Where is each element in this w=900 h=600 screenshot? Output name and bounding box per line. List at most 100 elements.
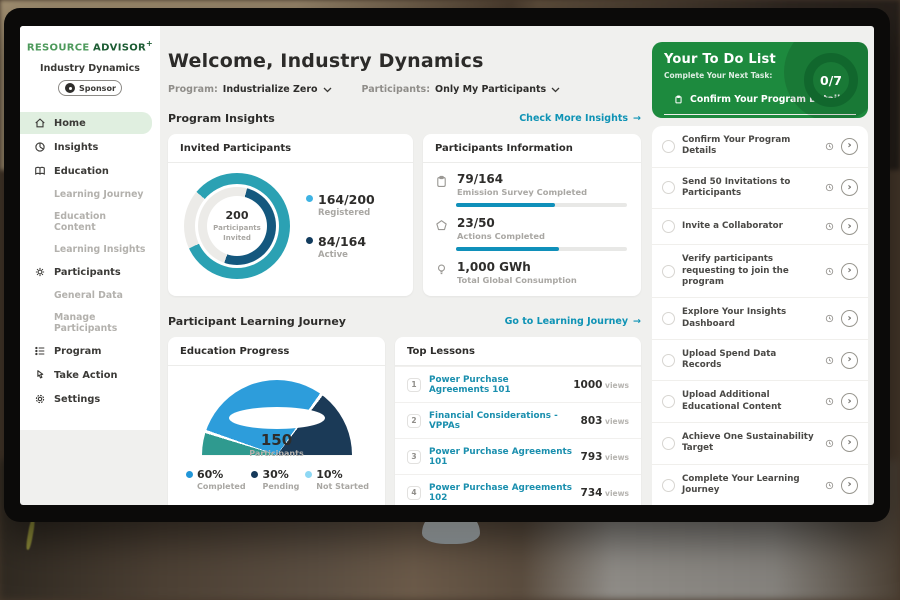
invited-participants-title: Invited Participants <box>168 134 413 163</box>
task-checkbox[interactable] <box>662 354 675 367</box>
sidebar-item-label: Participants <box>54 267 121 278</box>
arrow-right-icon: → <box>633 316 641 327</box>
task-row-explore-insights[interactable]: Explore Your Insights Dashboard › <box>652 298 868 340</box>
views-count: 793 <box>581 451 603 463</box>
top-lessons-title: Top Lessons <box>395 337 641 366</box>
sidebar-item-label: Settings <box>54 394 100 405</box>
clock-icon <box>825 356 834 365</box>
education-progress-title: Education Progress <box>168 337 385 366</box>
task-checkbox[interactable] <box>662 181 675 194</box>
sidebar-item-take-action[interactable]: Take Action <box>20 364 152 386</box>
task-go-button[interactable]: › <box>841 138 858 155</box>
task-go-button[interactable]: › <box>841 310 858 327</box>
sidebar-item-learning-insights[interactable]: Learning Insights <box>20 239 160 260</box>
sidebar-item-program[interactable]: Program <box>20 340 152 362</box>
sidebar-item-label: Education <box>54 166 109 177</box>
sidebar-item-education-content[interactable]: Education Content <box>20 206 160 238</box>
link-label: Go to Learning Journey <box>505 316 628 327</box>
education-progress-gauge: 150 Participants <box>202 380 352 456</box>
task-checkbox[interactable] <box>662 479 675 492</box>
sidebar-item-general-data[interactable]: General Data <box>20 285 160 306</box>
task-row-invite-collaborator[interactable]: Invite a Collaborator › <box>652 209 868 245</box>
clock-icon <box>825 183 834 192</box>
lesson-link[interactable]: Power Purchase Agreements 102 <box>429 483 573 503</box>
task-row-upload-spend-data[interactable]: Upload Spend Data Records › <box>652 340 868 382</box>
sidebar-item-participants[interactable]: Participants <box>20 261 152 283</box>
task-row-verify-participants[interactable]: Verify participants requesting to join t… <box>652 245 868 298</box>
task-checkbox[interactable] <box>662 220 675 233</box>
sidebar-item-manage-participants[interactable]: Manage Participants <box>20 307 160 339</box>
lesson-link[interactable]: Power Purchase Agreements 101 <box>429 447 573 467</box>
take-action-icon <box>34 369 46 381</box>
lightbulb-icon <box>435 263 448 276</box>
task-go-button[interactable]: › <box>841 477 858 494</box>
task-row-confirm-program-details[interactable]: Confirm Your Program Details › <box>652 126 868 168</box>
go-to-learning-journey-link[interactable]: Go to Learning Journey → <box>505 316 641 327</box>
org-name: Industry Dynamics <box>20 63 160 74</box>
task-row-complete-learning-journey[interactable]: Complete Your Learning Journey › <box>652 465 868 505</box>
sidebar-item-learning-journey[interactable]: Learning Journey <box>20 184 160 205</box>
task-label: Send 50 Invitations to Participants <box>682 177 818 200</box>
donut-center-value: 200 <box>226 209 249 222</box>
stat-emission-survey: 79/164 Emission Survey Completed <box>423 163 641 197</box>
sidebar-item-label: Program <box>54 346 101 357</box>
check-more-insights-link[interactable]: Check More Insights → <box>519 113 641 124</box>
legend-value: 164/200 <box>318 192 375 207</box>
task-checkbox[interactable] <box>662 437 675 450</box>
lesson-rank: 2 <box>407 414 421 428</box>
views-word: views <box>602 453 629 462</box>
sponsor-badge: Sponsor <box>58 80 122 96</box>
lesson-row: 1 Power Purchase Agreements 101 1000 vie… <box>395 366 641 402</box>
sidebar-item-education[interactable]: Education <box>20 160 152 182</box>
task-checkbox[interactable] <box>662 265 675 278</box>
donut-center-caption: Participants Invited <box>210 224 264 242</box>
sidebar-item-settings[interactable]: Settings <box>20 388 152 410</box>
task-go-button[interactable]: › <box>841 218 858 235</box>
dashboard-screen: RESOURCE ADVISOR+ Industry Dynamics Spon… <box>20 26 874 505</box>
sidebar-item-insights[interactable]: Insights <box>20 136 152 158</box>
task-go-button[interactable]: › <box>841 435 858 452</box>
participants-filter-dropdown[interactable]: Participants: Only My Participants <box>362 84 561 95</box>
sidebar-item-home[interactable]: Home <box>20 112 152 134</box>
task-go-button[interactable]: › <box>841 352 858 369</box>
task-row-send-invitations[interactable]: Send 50 Invitations to Participants › <box>652 168 868 210</box>
lesson-views: 734 views <box>581 487 629 499</box>
legend-label: Pending <box>262 482 299 491</box>
legend-label: Registered <box>318 208 375 218</box>
stat-value: 79/164 <box>457 172 587 186</box>
legend-item-pending: 30% Pending <box>251 468 299 491</box>
monitor-bezel: RESOURCE ADVISOR+ Industry Dynamics Spon… <box>4 8 890 522</box>
link-label: Check More Insights <box>519 113 628 124</box>
learning-journey-title: Participant Learning Journey <box>168 315 346 328</box>
task-checkbox[interactable] <box>662 312 675 325</box>
legend-dot-active <box>306 237 313 244</box>
sidebar: RESOURCE ADVISOR+ Industry Dynamics Spon… <box>20 26 160 430</box>
filter-bar: Program: Industrialize Zero Participants… <box>168 84 641 95</box>
lesson-row: 4 Power Purchase Agreements 102 734 view… <box>395 474 641 505</box>
legend-label: Active <box>318 250 375 260</box>
lesson-link[interactable]: Power Purchase Agreements 101 <box>429 375 565 395</box>
views-word: views <box>602 381 629 390</box>
gauge-center-caption: Participants <box>202 449 352 456</box>
clock-icon <box>825 222 834 231</box>
task-label: Upload Additional Educational Content <box>682 390 818 413</box>
sidebar-nav: Home Insights Education Learning Journey… <box>20 112 160 410</box>
stat-value: 23/50 <box>457 216 545 230</box>
task-label: Confirm Your Program Details <box>682 135 818 158</box>
lesson-link[interactable]: Financial Considerations - VPPAs <box>429 411 573 431</box>
program-filter-dropdown[interactable]: Program: Industrialize Zero <box>168 84 332 95</box>
sidebar-item-label: Insights <box>54 142 98 153</box>
clipboard-icon <box>435 175 448 188</box>
task-checkbox[interactable] <box>662 140 675 153</box>
task-go-button[interactable]: › <box>841 179 858 196</box>
invited-participants-card: Invited Participants 200 Participants In… <box>168 134 413 296</box>
task-go-button[interactable]: › <box>841 393 858 410</box>
participants-filter-value: Only My Participants <box>435 84 546 95</box>
task-row-achieve-sustainability-target[interactable]: Achieve One Sustainability Target › <box>652 423 868 465</box>
actions-icon <box>435 219 448 232</box>
participants-icon <box>34 266 46 278</box>
task-row-upload-educational-content[interactable]: Upload Additional Educational Content › <box>652 381 868 423</box>
clock-icon <box>825 481 834 490</box>
task-go-button[interactable]: › <box>841 263 858 280</box>
task-checkbox[interactable] <box>662 395 675 408</box>
